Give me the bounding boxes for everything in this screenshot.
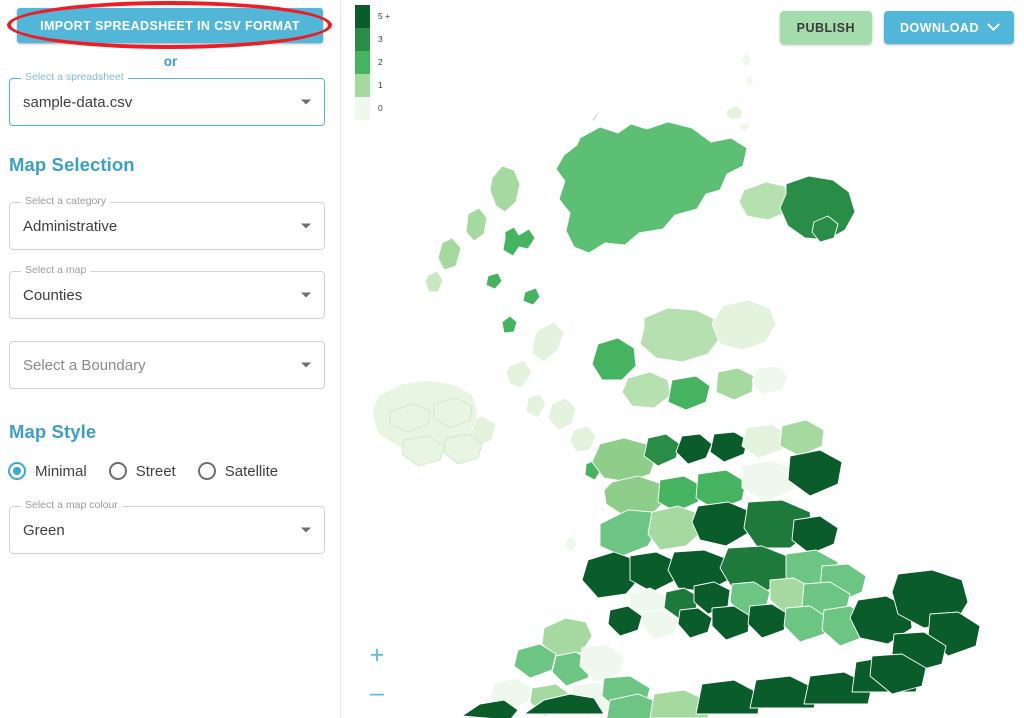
download-button[interactable]: DOWNLOAD (884, 11, 1014, 44)
or-divider-label: or (0, 54, 341, 69)
radio-minimal-mark (8, 462, 26, 480)
import-spreadsheet-button[interactable]: IMPORT SPREADSHEET IN CSV FORMAT (17, 8, 323, 43)
chevron-down-icon[interactable] (301, 100, 311, 105)
legend-item: 5 + (355, 5, 390, 28)
legend-label: 3 (378, 28, 383, 51)
map-legend: 5 + 3 2 1 0 (355, 5, 390, 120)
download-button-label: DOWNLOAD (900, 21, 979, 35)
radio-satellite-label: Satellite (225, 463, 278, 480)
sidebar-panel: IMPORT SPREADSHEET IN CSV FORMAT or Sele… (0, 0, 341, 718)
spreadsheet-select-value: sample-data.csv (23, 79, 132, 125)
radio-satellite-mark (198, 462, 216, 480)
legend-swatch (355, 74, 370, 97)
chevron-down-icon[interactable] (301, 293, 311, 298)
map-style-radio-group: Minimal Street Satellite (8, 462, 300, 480)
radio-satellite[interactable]: Satellite (198, 462, 278, 480)
boundary-select-placeholder: Select a Boundary (23, 342, 146, 388)
radio-minimal[interactable]: Minimal (8, 462, 87, 480)
map-select-value: Counties (23, 272, 82, 318)
chevron-down-icon[interactable] (301, 528, 311, 533)
legend-swatch (355, 5, 370, 28)
legend-item: 0 (355, 97, 390, 120)
map-selection-heading: Map Selection (9, 154, 135, 176)
legend-swatch (355, 51, 370, 74)
radio-minimal-label: Minimal (35, 463, 87, 480)
legend-label: 5 + (378, 5, 390, 28)
uk-choropleth-map[interactable] (342, 0, 1024, 718)
legend-item: 3 (355, 28, 390, 51)
map-colour-select[interactable]: Select a map colour Green (9, 506, 325, 554)
legend-label: 1 (378, 74, 383, 97)
category-select-value: Administrative (23, 203, 117, 249)
legend-label: 2 (378, 51, 383, 74)
zoom-out-button[interactable]: – (364, 680, 390, 706)
legend-swatch (355, 97, 370, 120)
map-regions (372, 52, 980, 718)
category-select[interactable]: Select a category Administrative (9, 202, 325, 250)
map-style-heading: Map Style (9, 421, 96, 443)
zoom-controls: + – (364, 642, 390, 706)
chevron-down-icon[interactable] (301, 224, 311, 229)
chevron-down-icon (987, 18, 1000, 31)
zoom-in-button[interactable]: + (364, 642, 390, 668)
publish-button[interactable]: PUBLISH (780, 11, 872, 44)
boundary-select[interactable]: Select a Boundary (9, 341, 325, 389)
legend-swatch (355, 28, 370, 51)
map-actions: PUBLISH DOWNLOAD (780, 11, 1014, 44)
map-colour-select-value: Green (23, 507, 65, 553)
radio-street-mark (109, 462, 127, 480)
spreadsheet-select[interactable]: Select a spreadsheet sample-data.csv (9, 78, 325, 126)
legend-item: 1 (355, 74, 390, 97)
chevron-down-icon[interactable] (301, 363, 311, 368)
map-select[interactable]: Select a map Counties (9, 271, 325, 319)
legend-label: 0 (378, 97, 383, 120)
radio-street[interactable]: Street (109, 462, 176, 480)
radio-street-label: Street (136, 463, 176, 480)
legend-item: 2 (355, 51, 390, 74)
map-pane[interactable]: PUBLISH DOWNLOAD 5 + 3 2 1 (342, 0, 1024, 718)
map-builder-app: IMPORT SPREADSHEET IN CSV FORMAT or Sele… (0, 0, 1024, 718)
